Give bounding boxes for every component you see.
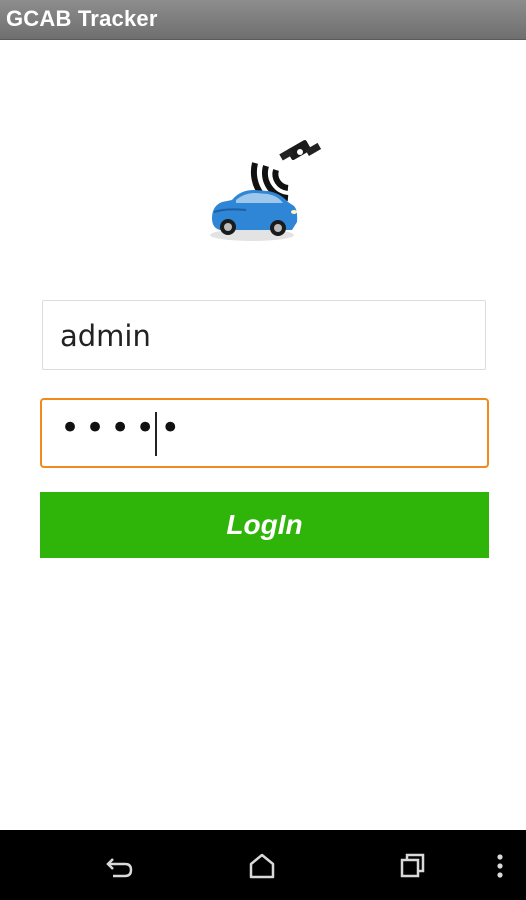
- car-gps-signal-icon: [210, 140, 322, 241]
- home-icon[interactable]: [244, 848, 280, 884]
- login-button[interactable]: LogIn: [40, 492, 489, 558]
- back-icon[interactable]: [101, 848, 137, 884]
- system-nav-bar: [0, 830, 526, 900]
- login-button-label: LogIn: [226, 509, 303, 540]
- satellite-icon: [279, 140, 322, 161]
- recents-icon[interactable]: [394, 848, 430, 884]
- password-field[interactable]: •••••: [40, 398, 489, 468]
- username-field[interactable]: admin: [42, 300, 486, 370]
- app-title: GCAB Tracker: [6, 6, 158, 31]
- username-value: admin: [60, 319, 151, 353]
- text-cursor: [155, 412, 157, 456]
- overflow-menu-icon[interactable]: [482, 848, 518, 884]
- password-masked-value: •••••: [60, 408, 186, 448]
- app-title-bar: GCAB Tracker: [0, 0, 526, 40]
